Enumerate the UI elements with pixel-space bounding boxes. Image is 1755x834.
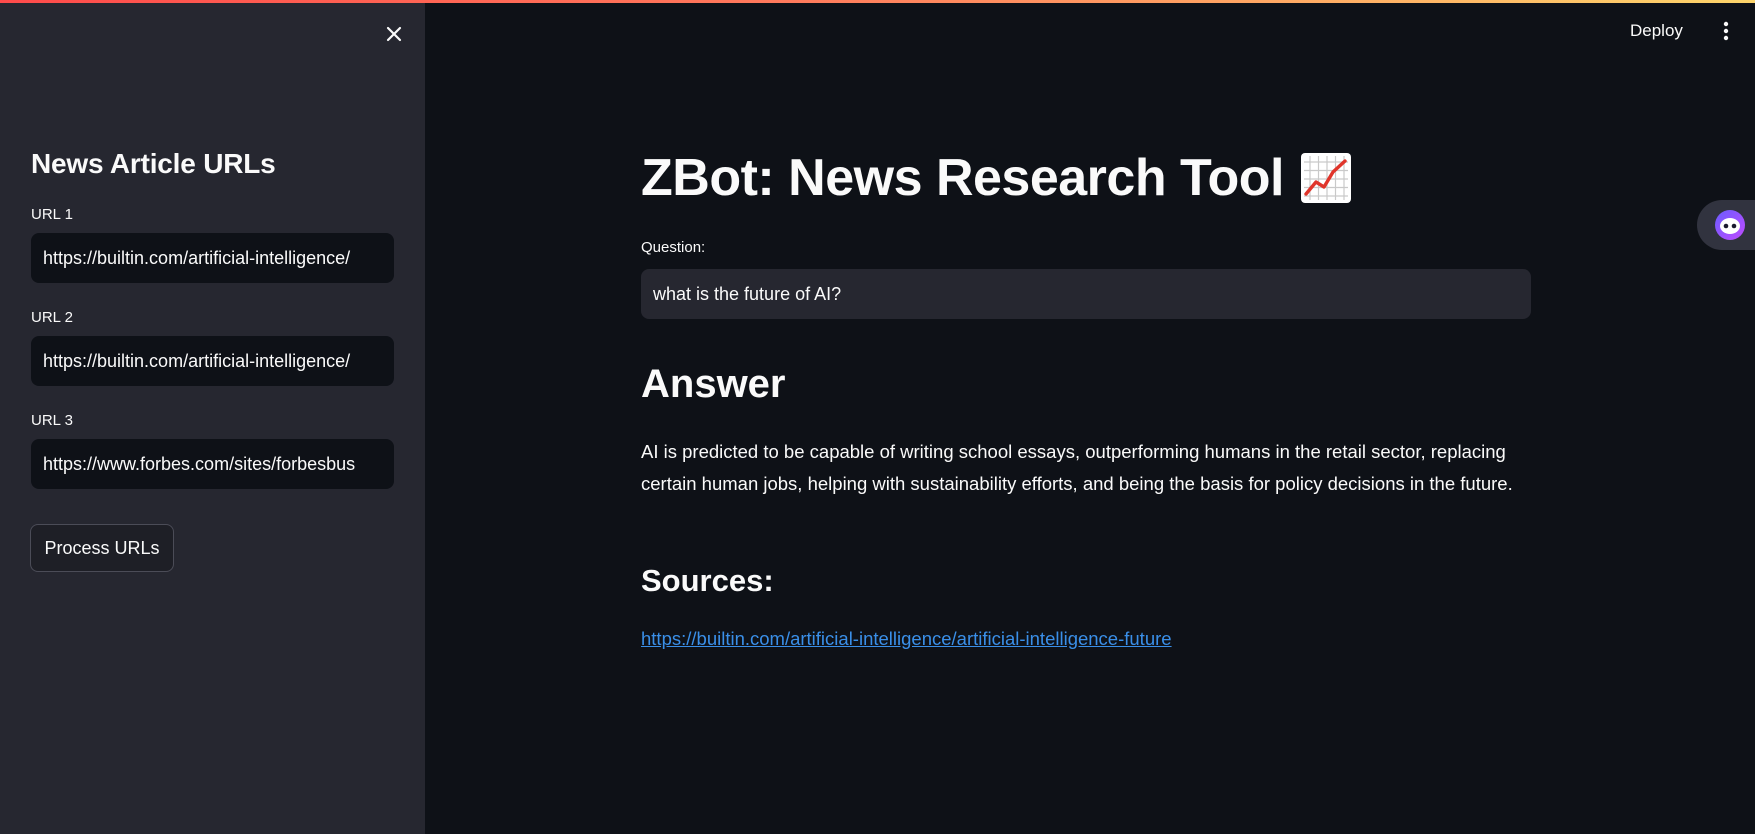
question-input[interactable]: what is the future of AI? <box>641 269 1531 319</box>
page-title: ZBot: News Research Tool <box>641 148 1352 208</box>
answer-heading: Answer <box>641 362 786 406</box>
question-label: Question: <box>641 239 706 256</box>
close-icon <box>386 26 402 42</box>
chart-increasing-icon <box>1300 152 1352 204</box>
source-link[interactable]: https://builtin.com/artificial-intellige… <box>641 628 1172 650</box>
sources-heading: Sources: <box>641 563 774 598</box>
sidebar-heading: News Article URLs <box>31 148 276 179</box>
url-3-input[interactable]: https://www.forbes.com/sites/forbesbus <box>31 439 394 489</box>
close-sidebar-button[interactable] <box>380 20 408 48</box>
assistant-widget-button[interactable] <box>1697 200 1755 250</box>
top-decoration-stripe <box>0 0 1755 3</box>
assistant-face-icon <box>1715 210 1745 240</box>
url-1-label: URL 1 <box>31 206 73 223</box>
answer-text: AI is predicted to be capable of writing… <box>641 441 1513 494</box>
process-urls-button[interactable]: Process URLs <box>30 524 174 572</box>
url-2-input[interactable]: https://builtin.com/artificial-intellige… <box>31 336 394 386</box>
url-1-input[interactable]: https://builtin.com/artificial-intellige… <box>31 233 394 283</box>
deploy-button[interactable]: Deploy <box>1630 16 1683 46</box>
page-title-text: ZBot: News Research Tool <box>641 149 1284 207</box>
main-menu-button[interactable] <box>1716 16 1736 46</box>
url-3-label: URL 3 <box>31 412 73 429</box>
url-2-label: URL 2 <box>31 309 73 326</box>
kebab-menu-icon <box>1723 21 1729 41</box>
sidebar: News Article URLs URL 1 https://builtin.… <box>0 0 425 834</box>
